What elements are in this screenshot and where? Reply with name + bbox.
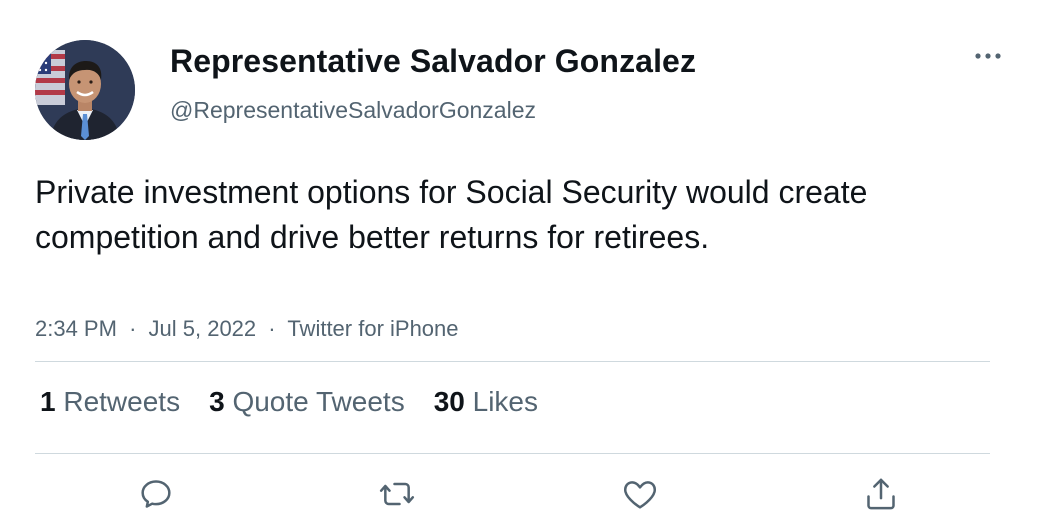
- likes-label: Likes: [472, 386, 539, 417]
- quote-tweets-count: 3: [209, 386, 225, 417]
- meta-separator: ·: [268, 316, 276, 341]
- divider: [35, 361, 990, 362]
- share-icon: [867, 478, 895, 510]
- avatar[interactable]: [35, 40, 135, 140]
- tweet-text: Private investment options for Social Se…: [35, 174, 868, 255]
- retweet-button[interactable]: [375, 472, 419, 516]
- retweets-label: Retweets: [63, 386, 181, 417]
- more-options-icon[interactable]: [968, 42, 1008, 70]
- tweet-date[interactable]: Jul 5, 2022: [149, 316, 257, 341]
- tweet-time[interactable]: 2:34 PM: [35, 316, 117, 341]
- quote-tweets-label: Quote Tweets: [232, 386, 405, 417]
- meta-separator: ·: [129, 316, 137, 341]
- reply-icon: [141, 480, 171, 508]
- profile-photo-icon: [35, 40, 135, 140]
- retweets-count: 1: [40, 386, 56, 417]
- engagement-stats: 1 Retweets 3 Quote Tweets 30 Likes: [40, 386, 538, 418]
- action-bar: [0, 472, 1050, 520]
- tweet-card: Representative Salvador Gonzalez @Repres…: [0, 0, 1050, 525]
- tweet-source[interactable]: Twitter for iPhone: [287, 316, 458, 341]
- reply-button[interactable]: [134, 472, 178, 516]
- retweets-stat[interactable]: 1 Retweets: [40, 386, 180, 418]
- share-button[interactable]: [859, 472, 903, 516]
- quote-tweets-stat[interactable]: 3 Quote Tweets: [209, 386, 405, 418]
- likes-stat[interactable]: 30 Likes: [434, 386, 538, 418]
- retweet-icon: [379, 482, 415, 506]
- tweet-metadata: 2:34 PM · Jul 5, 2022 · Twitter for iPho…: [35, 316, 459, 342]
- like-button[interactable]: [618, 472, 662, 516]
- author-display-name[interactable]: Representative Salvador Gonzalez: [170, 43, 696, 80]
- likes-count: 30: [433, 386, 465, 417]
- like-icon: [624, 481, 656, 509]
- divider: [35, 453, 990, 454]
- author-handle[interactable]: @RepresentativeSalvadorGonzalez: [170, 97, 536, 124]
